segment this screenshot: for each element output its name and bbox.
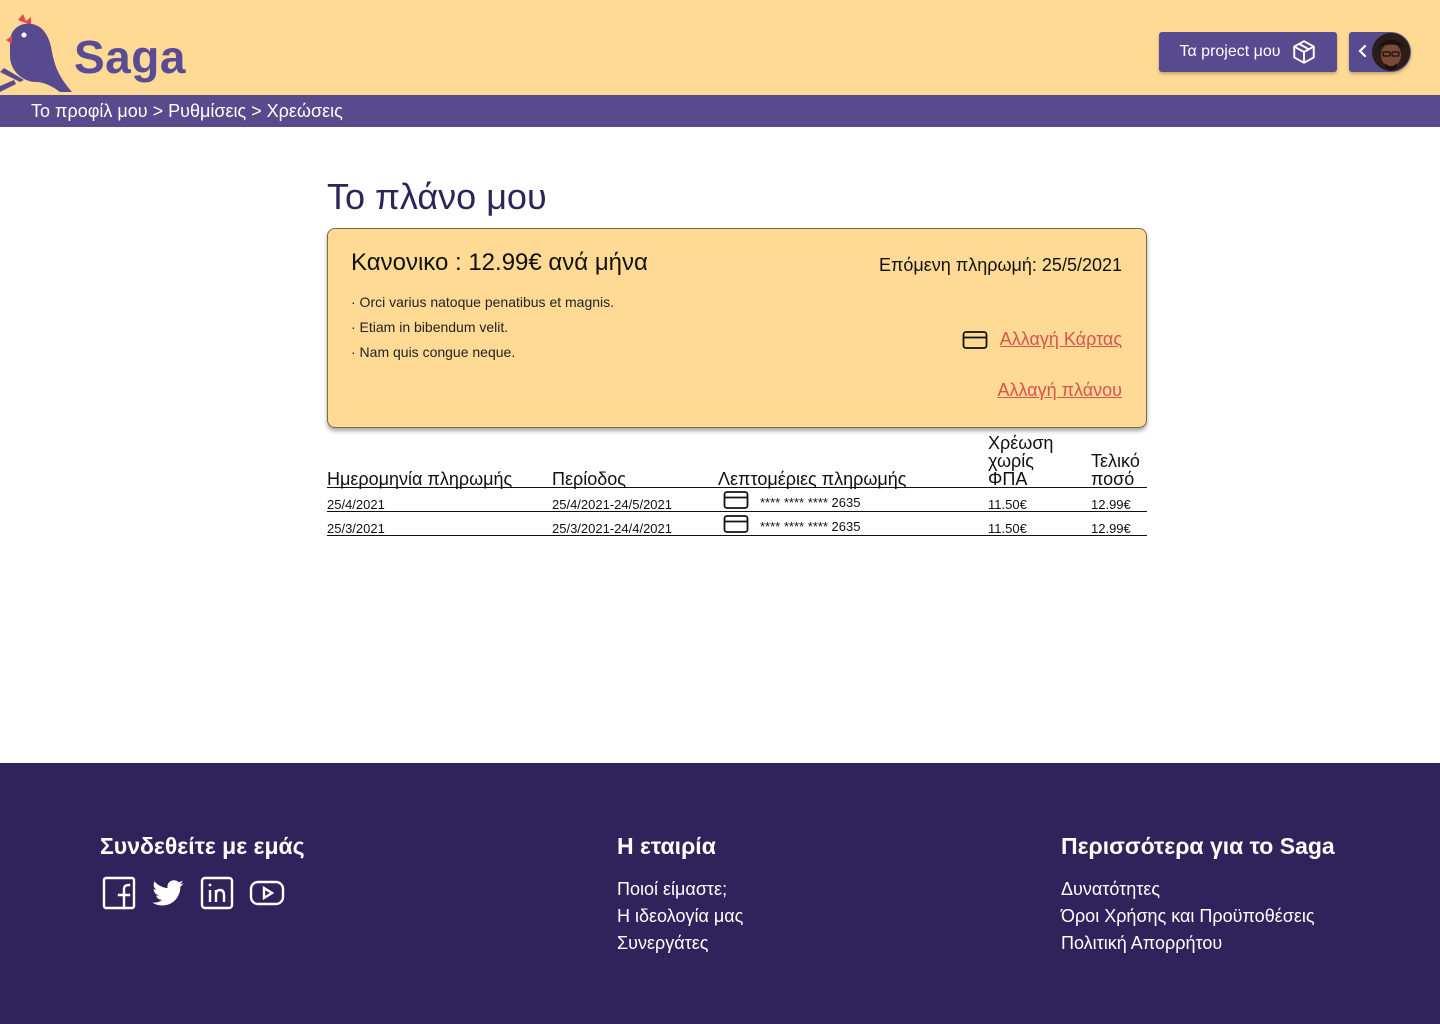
cell-date: 25/3/2021 <box>327 521 385 536</box>
column-header-net-line: Χρέωση <box>988 433 1054 453</box>
breadcrumb[interactable]: Το προφίλ μου > Ρυθμίσεις > Χρεώσεις <box>0 95 1440 127</box>
column-header-net-line: χωρίς <box>988 451 1034 471</box>
column-header-period: Περίοδος <box>552 469 626 489</box>
avatar <box>1372 33 1410 71</box>
plan-name: Κανονικο : 12.99€ ανά μήνα <box>351 249 648 276</box>
plan-feature: · Etiam in bibendum velit. <box>351 319 509 335</box>
next-payment-date: Επόμενη πληρωμή: 25/5/2021 <box>878 255 1122 275</box>
footer-link-features[interactable]: Δυνατότητες <box>1061 878 1315 905</box>
my-projects-label: Τα project μου <box>1179 43 1281 60</box>
footer-link-about[interactable]: Ποιοί είμαστε; <box>617 878 743 905</box>
column-header-details: Λεπτομέριες πληρωμής <box>718 469 907 489</box>
change-plan-link[interactable]: Αλλαγή πλάνου <box>997 380 1122 401</box>
footer-link-privacy[interactable]: Πολιτική Απορρήτου <box>1061 932 1315 959</box>
footer-link-ideology[interactable]: Η ιδεολογία μας <box>617 905 743 932</box>
linkedin-icon[interactable] <box>200 876 234 910</box>
plan-features: · Orci varius natoque penatibus et magni… <box>351 293 614 368</box>
column-header-net: Χρέωση χωρίς ΦΠΑ <box>988 434 1053 488</box>
plan-feature: · Orci varius natoque penatibus et magni… <box>351 294 615 310</box>
box-icon <box>1292 40 1315 64</box>
chevron-left-icon <box>1358 44 1367 58</box>
youtube-icon[interactable] <box>249 876 285 910</box>
column-header-total-line: Τελικό <box>1091 451 1140 471</box>
cell-period: 25/3/2021-24/4/2021 <box>552 521 672 536</box>
cell-total: 12.99€ <box>1091 521 1131 536</box>
facebook-icon[interactable] <box>102 876 136 910</box>
credit-card-icon <box>723 491 749 509</box>
footer-company-title: Η εταιρία <box>617 833 716 859</box>
top-header: Saga Τα project μου <box>0 0 1440 95</box>
footer-more-title: Περισσότερα για το Saga <box>1061 833 1335 859</box>
column-header-total-line: ποσό <box>1091 469 1135 489</box>
column-header-date: Ημερομηνία πληρωμής <box>327 469 513 489</box>
cell-net: 11.50€ <box>988 497 1027 512</box>
twitter-icon[interactable] <box>151 876 185 910</box>
column-header-net-line: ΦΠΑ <box>988 469 1028 489</box>
saga-bird-logo-icon <box>0 14 72 92</box>
plan-card: Κανονικο : 12.99€ ανά μήνα Επόμενη πληρω… <box>327 228 1147 428</box>
table-row: 25/4/2021 25/4/2021-24/5/2021 **** **** … <box>327 488 1147 512</box>
footer-link-partners[interactable]: Συνεργάτες <box>617 932 743 959</box>
saga-logo[interactable]: Saga <box>0 12 200 96</box>
footer-company-links: Ποιοί είμαστε; Η ιδεολογία μας Συνεργάτε… <box>617 878 743 959</box>
table-row: 25/3/2021 25/3/2021-24/4/2021 **** **** … <box>327 512 1147 536</box>
profile-menu-button[interactable] <box>1349 32 1411 72</box>
change-card-link-wrapper[interactable]: Αλλαγή Κάρτας <box>962 329 1122 350</box>
footer: Συνδεθείτε με εμάς Η εταιρία Ποιοί είμασ… <box>0 763 1440 1024</box>
page-title: Το πλάνο μου <box>327 176 547 217</box>
logo-text: Saga <box>74 31 186 83</box>
cell-card-number: **** **** **** 2635 <box>760 519 861 534</box>
cell-date: 25/4/2021 <box>327 497 385 512</box>
cell-total: 12.99€ <box>1091 497 1131 512</box>
cell-card-number: **** **** **** 2635 <box>760 495 861 510</box>
credit-card-icon <box>962 330 988 349</box>
cell-net: 11.50€ <box>988 521 1027 536</box>
column-header-total: Τελικό ποσό <box>1091 452 1140 488</box>
change-card-link[interactable]: Αλλαγή Κάρτας <box>1000 329 1122 350</box>
footer-more-links: Δυνατότητες Όροι Χρήσης και Προϋποθέσεις… <box>1061 878 1315 959</box>
my-projects-button[interactable]: Τα project μου <box>1159 32 1337 72</box>
footer-link-terms[interactable]: Όροι Χρήσης και Προϋποθέσεις <box>1061 905 1315 932</box>
cell-period: 25/4/2021-24/5/2021 <box>552 497 672 512</box>
credit-card-icon <box>723 515 749 533</box>
footer-connect-title: Συνδεθείτε με εμάς <box>100 833 305 859</box>
social-links <box>102 876 285 910</box>
plan-feature: · Nam quis congue neque. <box>351 344 516 360</box>
